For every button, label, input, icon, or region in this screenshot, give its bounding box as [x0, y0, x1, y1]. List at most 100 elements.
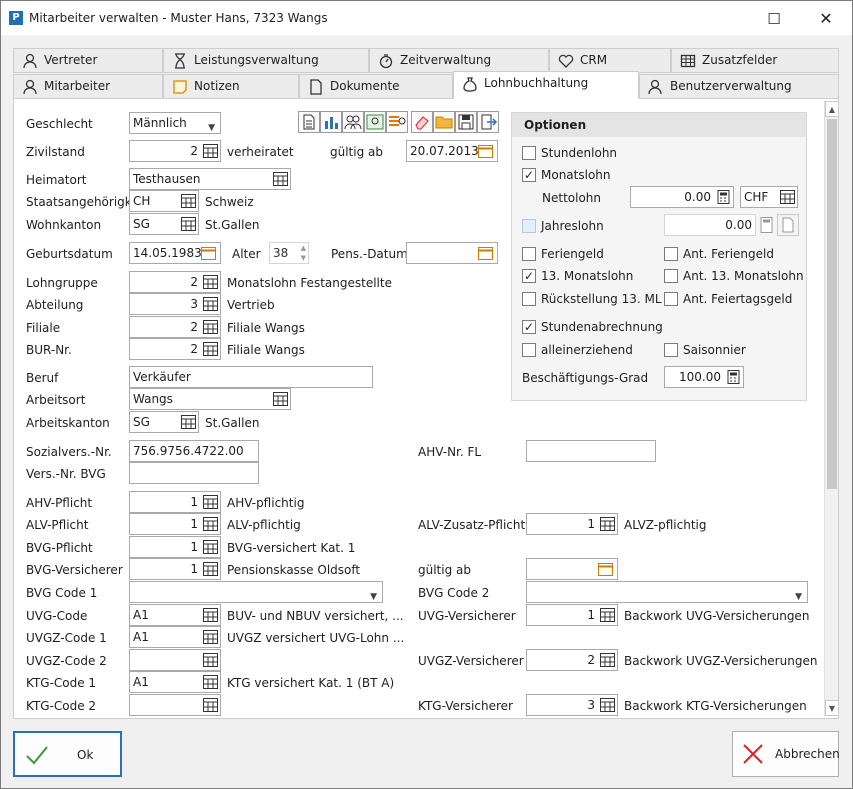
ok-button[interactable]: Ok: [13, 731, 122, 777]
bvg-code1-select[interactable]: ▼: [129, 581, 383, 603]
monatslohn13-checkbox[interactable]: ✓: [522, 269, 536, 283]
ant-feriengeld-checkbox[interactable]: [664, 247, 678, 261]
export-icon[interactable]: [477, 111, 499, 133]
stundenabrechnung-checkbox[interactable]: ✓: [522, 320, 536, 334]
currency-field[interactable]: CHF: [740, 186, 798, 208]
calculator-icon[interactable]: [273, 172, 288, 186]
feriengeld-checkbox[interactable]: [522, 247, 536, 261]
calculator-icon[interactable]: [203, 342, 218, 356]
tab-notizen[interactable]: Notizen: [163, 74, 299, 99]
tab-dokumente[interactable]: Dokumente: [299, 74, 453, 99]
calculator-icon[interactable]: [600, 698, 615, 712]
calculator-icon[interactable]: [780, 190, 795, 204]
calculator-icon[interactable]: [203, 653, 218, 667]
beruf-field[interactable]: Verkäufer: [129, 366, 373, 388]
tab-crm[interactable]: CRM: [549, 48, 671, 73]
rueckstellung-checkbox[interactable]: [522, 292, 536, 306]
tab-leistungsverwaltung[interactable]: Leistungsverwaltung: [163, 48, 369, 73]
stundenlohn-checkbox[interactable]: [522, 146, 536, 160]
alleinerziehend-checkbox[interactable]: [522, 343, 536, 357]
calendar-icon[interactable]: [201, 246, 216, 260]
contacts-icon[interactable]: [364, 111, 386, 133]
uvgz-code1-field[interactable]: A1: [129, 626, 221, 648]
ahv-fl-field[interactable]: [526, 440, 656, 462]
tab-vertreter[interactable]: Vertreter: [13, 48, 163, 73]
abteilung-field[interactable]: 3: [129, 293, 221, 315]
calculator-icon[interactable]: [203, 144, 218, 158]
calculator-icon[interactable]: [273, 392, 288, 406]
ktg-versicherer-field[interactable]: 3: [526, 694, 618, 716]
calculator-icon[interactable]: [759, 217, 774, 233]
eraser-icon[interactable]: [411, 111, 433, 133]
tab-zeitverwaltung[interactable]: Zeitverwaltung: [369, 48, 549, 73]
monatslohn-checkbox[interactable]: ✓: [522, 168, 536, 182]
uvg-code-field[interactable]: A1: [129, 604, 221, 626]
sozialvers-field[interactable]: 756.9756.4722.00: [129, 440, 259, 462]
bvg-code2-select[interactable]: ▼: [526, 581, 808, 603]
tab-mitarbeiter[interactable]: Mitarbeiter: [13, 74, 163, 99]
calculator-icon[interactable]: [600, 517, 615, 531]
bar-chart-icon[interactable]: [320, 111, 342, 133]
ahv-pflicht-field[interactable]: 1: [129, 491, 221, 513]
bvg-gueltig-field[interactable]: [526, 558, 618, 580]
zivilstand-field[interactable]: 2: [129, 140, 221, 162]
vers-bvg-field[interactable]: [129, 462, 259, 484]
jahreslohn-field[interactable]: 0.00: [664, 214, 756, 236]
pens-datum-field[interactable]: [406, 242, 498, 264]
calculator-icon[interactable]: [203, 698, 218, 712]
calculator-icon[interactable]: [203, 608, 218, 622]
calendar-icon[interactable]: [478, 144, 493, 158]
calculator-icon[interactable]: [203, 320, 218, 334]
geburtsdatum-field[interactable]: 14.05.1983: [129, 242, 221, 264]
calculator-icon[interactable]: [181, 415, 196, 429]
calculator-icon[interactable]: [203, 630, 218, 644]
calculator-icon[interactable]: [203, 275, 218, 289]
uvg-versicherer-field[interactable]: 1: [526, 604, 618, 626]
calculator-icon[interactable]: [203, 297, 218, 311]
alv-pflicht-field[interactable]: 1: [129, 513, 221, 535]
calculator-icon[interactable]: [203, 540, 218, 554]
calculator-icon[interactable]: [181, 217, 196, 231]
zivilstand-gueltig-field[interactable]: 20.07.2013: [406, 140, 498, 162]
calculator-icon[interactable]: [203, 562, 218, 576]
user-list-icon[interactable]: [386, 111, 408, 133]
jahreslohn-checkbox[interactable]: [522, 219, 536, 233]
calculator-icon[interactable]: [203, 517, 218, 531]
users-icon[interactable]: [342, 111, 364, 133]
tab-lohnbuchhaltung[interactable]: Lohnbuchhaltung: [453, 71, 639, 99]
ktg-code2-field[interactable]: [129, 694, 221, 716]
saisonnier-checkbox[interactable]: [664, 343, 678, 357]
calendar-icon[interactable]: [598, 562, 613, 576]
ant-feiertagsgeld-checkbox[interactable]: [664, 292, 678, 306]
calculator-icon[interactable]: [600, 608, 615, 622]
bur-field[interactable]: 2: [129, 338, 221, 360]
heimatort-field[interactable]: Testhausen: [129, 168, 291, 190]
calendar-icon[interactable]: [478, 246, 493, 260]
uvgz-code2-field[interactable]: [129, 649, 221, 671]
cancel-button[interactable]: Abbrechen: [732, 731, 840, 777]
calculator-icon[interactable]: [203, 495, 218, 509]
arbeitsort-field[interactable]: Wangs: [129, 388, 291, 410]
maximize-button[interactable]: ☐: [754, 5, 794, 33]
arbeitskanton-field[interactable]: SG: [129, 411, 199, 433]
calculator-icon[interactable]: [716, 190, 731, 204]
nettolohn-field[interactable]: 0.00: [630, 186, 734, 208]
calculator-icon[interactable]: [726, 370, 741, 384]
vertical-scrollbar[interactable]: ▲ ▼: [824, 101, 838, 716]
calculator-icon[interactable]: [600, 653, 615, 667]
staatsangehoerigk-field[interactable]: CH: [129, 190, 199, 212]
bvg-versicherer-field[interactable]: 1: [129, 558, 221, 580]
scrollbar-thumb[interactable]: [827, 119, 837, 489]
document-icon[interactable]: [777, 214, 799, 236]
beschaeftigung-field[interactable]: 100.00: [664, 366, 744, 388]
calculator-icon[interactable]: [181, 194, 196, 208]
tab-benutzerverwaltung[interactable]: Benutzerverwaltung: [639, 74, 839, 99]
scroll-up-icon[interactable]: ▲: [825, 101, 838, 117]
ant-monatslohn13-checkbox[interactable]: [664, 269, 678, 283]
scroll-down-icon[interactable]: ▼: [825, 700, 838, 716]
lohngruppe-field[interactable]: 2: [129, 271, 221, 293]
wohnkanton-field[interactable]: SG: [129, 213, 199, 235]
geschlecht-select[interactable]: Männlich ▼: [129, 112, 221, 134]
filiale-field[interactable]: 2: [129, 316, 221, 338]
ktg-code1-field[interactable]: A1: [129, 671, 221, 693]
